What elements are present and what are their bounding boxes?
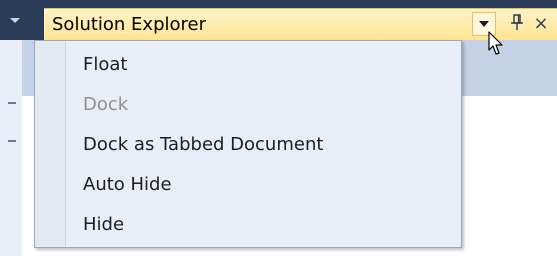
window-position-menu: Float Dock Dock as Tabbed Document Auto …	[34, 40, 462, 248]
chevron-down-icon[interactable]	[10, 18, 20, 23]
menu-item-dock: Dock	[83, 94, 129, 115]
menu-item-auto-hide[interactable]: Auto Hide	[83, 167, 172, 203]
window-position-dropdown-icon	[479, 21, 489, 27]
menu-item-dock-as-tabbed-document[interactable]: Dock as Tabbed Document	[83, 127, 323, 163]
menu-item-float[interactable]: Float	[83, 47, 127, 83]
menu-icon-gutter	[35, 41, 66, 247]
pin-button[interactable]	[507, 13, 527, 35]
side-pane	[0, 40, 23, 256]
tool-window-title: Solution Explorer	[52, 14, 206, 35]
toolbar-mark	[8, 102, 16, 104]
toolbar-mark	[8, 140, 16, 142]
close-icon: ×	[533, 13, 549, 34]
mouse-cursor-icon	[488, 31, 503, 55]
tool-window-title-bar[interactable]: Solution Explorer ×	[44, 8, 557, 40]
menu-item-hide[interactable]: Hide	[83, 207, 124, 243]
ide-chrome-left	[0, 0, 44, 40]
ide-chrome-top	[0, 0, 557, 8]
pin-icon	[511, 14, 523, 30]
close-button[interactable]: ×	[531, 13, 551, 35]
